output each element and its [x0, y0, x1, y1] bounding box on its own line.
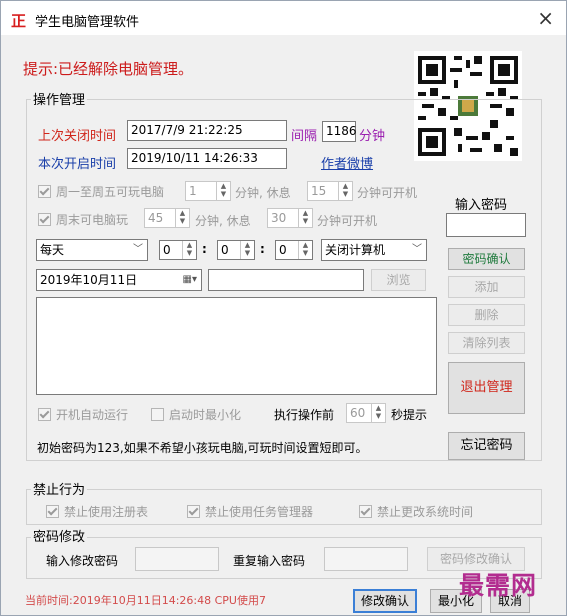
weekday-tail-text: 分钟可开机	[357, 186, 418, 200]
hour-spinner[interactable]: 0 ▲ ▼	[159, 240, 197, 260]
repeat-password-field[interactable]	[324, 547, 408, 571]
add-button[interactable]: 添加	[448, 276, 525, 298]
window-title: 学生电脑管理软件	[35, 15, 140, 30]
weekend-label: 周末可电脑玩	[56, 213, 129, 227]
task-list[interactable]	[36, 297, 437, 395]
forbid-systime-label: 禁止更改系统时间	[377, 505, 474, 519]
forbid-registry-row: 禁止使用注册表	[46, 503, 148, 520]
modify-confirm-button[interactable]: 修改确认	[353, 589, 417, 613]
title-bar: 正 学生电脑管理软件 ×	[1, 1, 566, 35]
weekday-rest-spinner[interactable]: 15 ▲ ▼	[307, 181, 353, 201]
pwdchange-group-label: 密码修改	[31, 526, 88, 545]
forbid-systime-row: 禁止更改系统时间	[359, 503, 473, 520]
weekend-play-spinner[interactable]: 45 ▲ ▼	[144, 208, 190, 228]
last-shutdown-label: 上次关闭时间	[38, 129, 117, 144]
forgot-password-button[interactable]: 忘记密码	[448, 432, 525, 460]
notice-text: 提示:已经解除电脑管理。	[23, 60, 194, 78]
minimize-label: 启动时最小化	[169, 408, 242, 422]
colon-1: :	[202, 242, 207, 256]
forbid-taskmgr-checkbox[interactable]	[187, 505, 200, 518]
repeat-password-label: 重复输入密码	[233, 554, 306, 568]
last-shutdown-field[interactable]: 2017/7/9 21:22:25	[127, 120, 287, 141]
watermark-text: 最需网	[459, 571, 538, 600]
seconds-prompt-label: 秒提示	[391, 408, 428, 422]
clear-list-button[interactable]: 清除列表	[448, 332, 525, 354]
second-spinner[interactable]: 0 ▲ ▼	[275, 240, 313, 260]
main-window: 正 学生电脑管理软件 × 提示:已经解除电脑管理。 操作管理 上次关闭时间 20…	[0, 0, 567, 616]
browse-button[interactable]: 浏览	[371, 269, 426, 291]
password-field[interactable]	[446, 213, 526, 237]
weekend-rest-spinner[interactable]: 30 ▲ ▼	[267, 208, 313, 228]
close-icon[interactable]: ×	[537, 6, 554, 30]
before-exec-spinner[interactable]: 60 ▲ ▼	[346, 403, 386, 423]
current-start-label: 本次开启时间	[38, 157, 117, 172]
repeat-select[interactable]: 每天 ﹀	[36, 239, 148, 261]
exit-management-button[interactable]: 退出管理	[448, 362, 525, 414]
autorun-row: 开机自动运行	[38, 406, 128, 423]
password-label: 输入密码	[455, 198, 508, 213]
interval-field[interactable]: 1186	[322, 121, 357, 142]
weekday-mid-text: 分钟, 休息	[235, 186, 291, 200]
before-exec-label: 执行操作前	[274, 408, 335, 422]
minimize-row: 启动时最小化	[151, 406, 241, 423]
current-start-field[interactable]: 2019/10/11 14:26:33	[127, 148, 287, 169]
weekend-tail-text: 分钟可开机	[317, 214, 378, 228]
forbid-registry-label: 禁止使用注册表	[64, 505, 149, 519]
interval-unit: 分钟	[359, 129, 386, 144]
forbid-registry-checkbox[interactable]	[46, 505, 59, 518]
forbid-group-label: 禁止行为	[31, 479, 88, 498]
delete-button[interactable]: 删除	[448, 304, 525, 326]
weekend-row: 周末可电脑玩	[38, 211, 128, 228]
new-password-label: 输入修改密码	[46, 554, 119, 568]
date-picker[interactable]: 2019年10月11日 ▦▾	[36, 269, 202, 291]
weekday-row: 周一至周五可玩电脑	[38, 183, 164, 200]
minute-spinner[interactable]: 0 ▲ ▼	[217, 240, 255, 260]
confirm-password-button[interactable]: 密码确认	[448, 248, 525, 270]
status-text: 当前时间:2019年10月11日14:26:48 CPU使用7	[25, 594, 266, 607]
weekday-play-spinner[interactable]: 1 ▲ ▼	[185, 181, 231, 201]
ops-group-label: 操作管理	[31, 89, 88, 108]
new-password-field[interactable]	[135, 547, 219, 571]
file-path-field[interactable]	[208, 269, 364, 291]
author-weibo-link[interactable]: 作者微博	[321, 153, 373, 172]
minimize-checkbox[interactable]	[151, 408, 164, 421]
app-icon: 正	[11, 12, 27, 30]
autorun-label: 开机自动运行	[56, 408, 129, 422]
weekday-label: 周一至周五可玩电脑	[56, 185, 165, 199]
action-select[interactable]: 关闭计算机 ﹀	[321, 239, 427, 261]
weekend-mid-text: 分钟, 休息	[195, 214, 251, 228]
weekend-checkbox[interactable]	[38, 213, 51, 226]
weekday-checkbox[interactable]	[38, 185, 51, 198]
autorun-checkbox[interactable]	[38, 408, 51, 421]
forbid-taskmgr-label: 禁止使用任务管理器	[205, 505, 314, 519]
forbid-taskmgr-row: 禁止使用任务管理器	[187, 503, 313, 520]
colon-2: :	[260, 242, 265, 256]
interval-label: 间隔	[291, 129, 318, 144]
hint-text: 初始密码为123,如果不希望小孩玩电脑,可玩时间设置短即可。	[37, 441, 368, 455]
forbid-systime-checkbox[interactable]	[359, 505, 372, 518]
